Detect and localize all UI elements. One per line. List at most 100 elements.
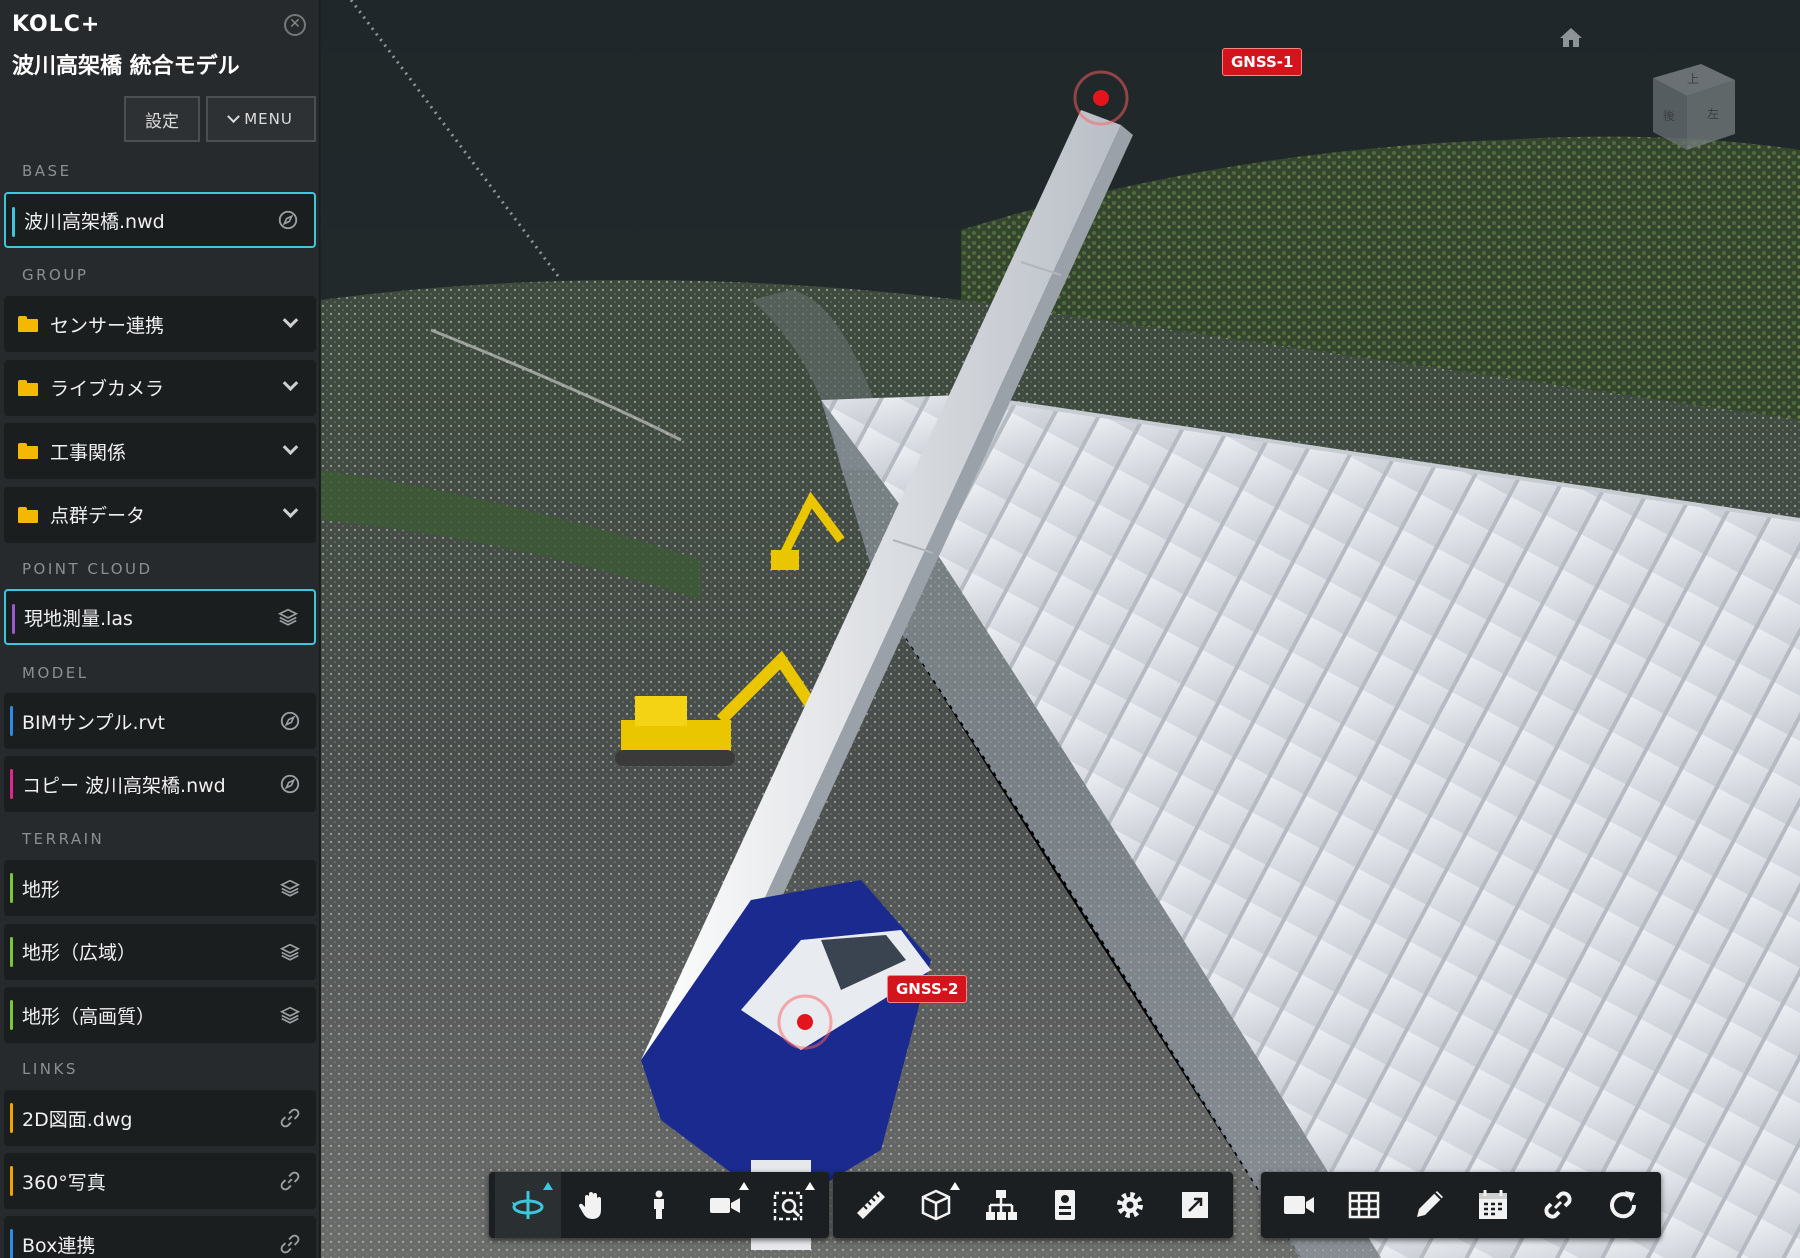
chevron-down-icon[interactable] xyxy=(278,438,302,463)
layer-item-label: Box連携 xyxy=(22,1234,96,1257)
fullscreen-button[interactable] xyxy=(1162,1172,1227,1238)
link-icon[interactable] xyxy=(278,1106,302,1130)
layer-color-bar xyxy=(10,1229,13,1258)
zoom-window-button[interactable] xyxy=(757,1172,823,1238)
reset-view-button[interactable] xyxy=(1590,1172,1655,1238)
menu-button[interactable]: MENU xyxy=(206,96,316,142)
person-icon xyxy=(653,1190,664,1219)
group-folder-group-2[interactable]: 工事関係 xyxy=(4,423,316,479)
orbit-icon xyxy=(511,1191,544,1219)
model-tree-button[interactable] xyxy=(968,1172,1033,1238)
3d-viewport[interactable]: GNSS-1 GNSS-2 上 後 左 xyxy=(321,0,1800,1258)
layer-color-bar xyxy=(10,1000,13,1030)
viewcube-right-label: 左 xyxy=(1707,106,1719,121)
section-label-terrain: TERRAIN xyxy=(22,830,105,848)
layer-item-label: BIMサンプル.rvt xyxy=(22,711,166,734)
toolbar-collaboration xyxy=(1261,1172,1661,1238)
close-icon: ✕ xyxy=(289,16,301,32)
layer-item-label: コピー 波川高架橋.nwd xyxy=(22,774,226,797)
pan-tool-button[interactable] xyxy=(561,1172,627,1238)
toolbar-analysis xyxy=(833,1172,1233,1238)
layer-item-base-0[interactable]: 波川高架橋.nwd xyxy=(4,192,316,248)
layer-item-links-1[interactable]: 360°写真 xyxy=(4,1153,316,1209)
layer-item-label: 波川高架橋.nwd xyxy=(24,210,165,233)
layer-item-label: 工事関係 xyxy=(50,441,127,464)
layer-item-terrain-2[interactable]: 地形（高画質） xyxy=(4,987,316,1043)
chevron-down-icon[interactable] xyxy=(278,311,302,336)
table-button[interactable] xyxy=(1332,1172,1397,1238)
layer-item-pc-0[interactable]: 現地測量.las xyxy=(4,589,316,645)
layers-icon[interactable] xyxy=(276,605,300,629)
viewcube-top-label: 上 xyxy=(1687,72,1699,86)
gnss-1-marker[interactable]: GNSS-1 xyxy=(1222,48,1303,76)
folder-icon xyxy=(18,506,38,523)
layer-item-label: ライブカメラ xyxy=(50,378,165,400)
layer-item-label: 2D図面.dwg xyxy=(22,1108,133,1131)
orbit-tool-button[interactable] xyxy=(495,1172,561,1238)
group-folder-group-1[interactable]: ライブカメラ xyxy=(4,359,316,416)
viewcube-front-label: 後 xyxy=(1663,109,1675,123)
link-icon[interactable] xyxy=(278,1232,302,1256)
layers-icon[interactable] xyxy=(278,876,302,900)
calendar-icon xyxy=(1479,1190,1508,1219)
hand-icon xyxy=(579,1192,602,1219)
sidebar: KOLC+ ✕ 波川高架橋 統合モデル 設定 MENU BASE 波川高架橋.n… xyxy=(0,0,320,1258)
video-icon xyxy=(1284,1196,1315,1214)
section-label-group: GROUP xyxy=(22,266,89,284)
layer-item-terrain-0[interactable]: 地形 xyxy=(4,860,316,916)
project-title: 波川高架橋 統合モデル xyxy=(12,54,240,79)
chevron-down-icon[interactable] xyxy=(278,375,302,400)
layer-color-bar xyxy=(10,1166,13,1196)
link-button[interactable] xyxy=(1526,1172,1591,1238)
layer-color-bar xyxy=(10,873,13,903)
toolbar-navigation xyxy=(489,1172,829,1238)
walk-tool-button[interactable] xyxy=(626,1172,692,1238)
gnss-2-marker[interactable]: GNSS-2 xyxy=(887,975,968,1003)
layers-icon[interactable] xyxy=(278,1003,302,1027)
settings-tool-button[interactable] xyxy=(1098,1172,1163,1238)
chevron-down-icon[interactable] xyxy=(278,502,302,527)
3d-scene[interactable] xyxy=(321,0,1800,1258)
layer-item-label: 地形（広域） xyxy=(22,942,137,964)
section-label-point-cloud: POINT CLOUD xyxy=(22,560,153,578)
layer-item-model-0[interactable]: BIMサンプル.rvt xyxy=(4,693,316,749)
section-box-button[interactable] xyxy=(904,1172,969,1238)
layer-item-model-1[interactable]: コピー 波川高架橋.nwd xyxy=(4,756,316,812)
compass-icon[interactable] xyxy=(278,709,302,733)
view-cube[interactable]: 上 後 左 xyxy=(1643,56,1743,156)
pencil-icon xyxy=(1416,1191,1443,1217)
measure-tool-button[interactable] xyxy=(839,1172,904,1238)
layer-item-label: 点群データ xyxy=(50,505,146,527)
compass-icon[interactable] xyxy=(278,772,302,796)
video-camera-icon xyxy=(709,1198,740,1213)
zoom-window-icon xyxy=(773,1191,803,1221)
layers-icon[interactable] xyxy=(278,940,302,964)
layer-item-links-0[interactable]: 2D図面.dwg xyxy=(4,1090,316,1146)
live-camera-button[interactable] xyxy=(1267,1172,1332,1238)
compass-icon[interactable] xyxy=(276,208,300,232)
layer-color-bar xyxy=(10,1103,13,1133)
folder-icon xyxy=(18,379,38,396)
group-folder-group-3[interactable]: 点群データ xyxy=(4,486,316,543)
camera-view-button[interactable] xyxy=(692,1172,758,1238)
properties-button[interactable] xyxy=(1033,1172,1098,1238)
close-panel-button[interactable]: ✕ xyxy=(284,14,306,36)
link-icon[interactable] xyxy=(278,1169,302,1193)
link-icon xyxy=(1544,1191,1572,1219)
layer-item-links-2[interactable]: Box連携 xyxy=(4,1216,316,1258)
schedule-button[interactable] xyxy=(1461,1172,1526,1238)
hierarchy-icon xyxy=(985,1190,1017,1220)
properties-icon xyxy=(1055,1190,1076,1220)
layer-color-bar xyxy=(10,936,13,967)
group-folder-group-0[interactable]: センサー連携 xyxy=(4,296,316,352)
layer-item-terrain-1[interactable]: 地形（広域） xyxy=(4,923,316,980)
layer-color-bar xyxy=(12,207,15,237)
settings-button[interactable]: 設定 xyxy=(124,96,200,142)
layer-color-bar xyxy=(10,706,13,736)
section-label-base: BASE xyxy=(22,162,72,180)
markup-button[interactable] xyxy=(1396,1172,1461,1238)
section-label-links: LINKS xyxy=(22,1060,78,1078)
layer-color-bar xyxy=(10,769,13,799)
home-icon[interactable] xyxy=(1559,26,1583,48)
folder-icon xyxy=(18,316,38,332)
